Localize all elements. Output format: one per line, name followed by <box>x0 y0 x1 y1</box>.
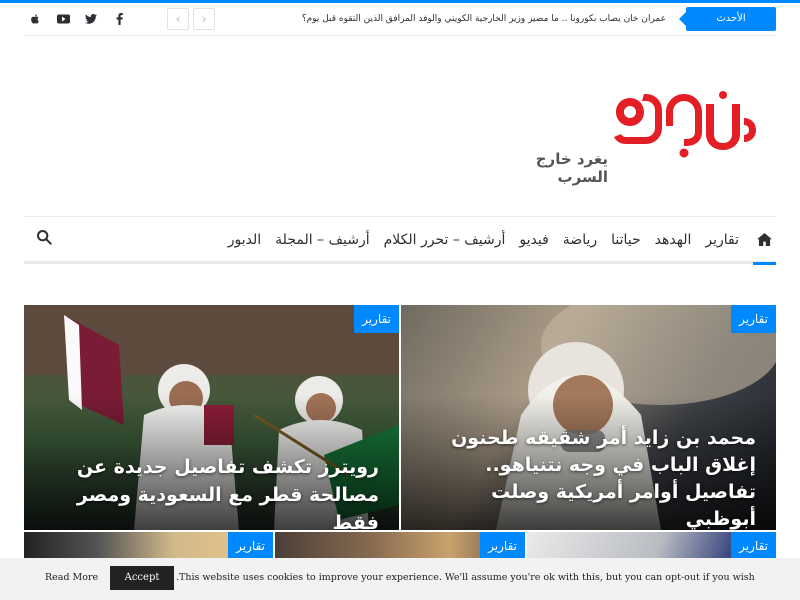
featured-article-card[interactable]: تقارير رويترز تكشف تفاصيل جديدة عن مصالح… <box>24 305 399 530</box>
ticker-arrows: ‹ › <box>167 8 215 30</box>
ticker-next-button[interactable]: › <box>193 8 215 30</box>
nav-item-hoopoe[interactable]: الهدهد <box>648 232 699 248</box>
social-links <box>24 8 130 30</box>
breaking-news-ticker[interactable]: عمران خان يصاب بكورونا .. ما مصير وزير ا… <box>286 7 666 31</box>
category-badge[interactable]: تقارير <box>354 305 399 333</box>
nav-menu: تقارير الهدهد حياتنا رياضة فيديو أرشيف –… <box>221 217 746 263</box>
apple-icon[interactable] <box>24 8 46 30</box>
home-icon[interactable] <box>753 217 776 265</box>
cookie-read-more-link[interactable]: Read More <box>45 572 98 583</box>
category-badge[interactable]: تقارير <box>731 305 776 333</box>
cookie-accept-button[interactable]: Accept <box>110 566 174 590</box>
nav-item-our-life[interactable]: حياتنا <box>604 232 648 248</box>
featured-article-card[interactable]: تقارير محمد بن زايد أمر شقيقه طحنون إغلا… <box>401 305 776 530</box>
category-badge[interactable]: تقارير <box>731 532 776 560</box>
nav-item-sports[interactable]: رياضة <box>556 232 604 248</box>
cookie-consent-bar: Read More Accept .This website uses cook… <box>0 558 800 600</box>
nav-item-reports[interactable]: تقارير <box>698 232 746 248</box>
nav-item-hornet[interactable]: الدبور <box>221 232 268 248</box>
facebook-icon[interactable] <box>108 8 130 30</box>
search-icon[interactable] <box>36 229 56 249</box>
category-badge[interactable]: تقارير <box>480 532 525 560</box>
top-bar: الأحدث عمران خان يصاب بكورونا .. ما مصير… <box>24 3 776 36</box>
nav-item-video[interactable]: فيديو <box>512 232 555 248</box>
logo-tagline: يغرد خارج السرب <box>535 150 608 186</box>
category-badge[interactable]: تقارير <box>228 532 273 560</box>
ticker-prev-button[interactable]: ‹ <box>167 8 189 30</box>
article-title[interactable]: محمد بن زايد أمر شقيقه طحنون إغلاق الباب… <box>416 425 756 530</box>
nav-item-archive-speech[interactable]: أرشيف – تحرر الكلام <box>377 232 513 248</box>
article-title[interactable]: رويترز تكشف تفاصيل جديدة عن مصالحة قطر م… <box>39 453 379 530</box>
cookie-message: .This website uses cookies to improve yo… <box>176 572 755 583</box>
nav-item-archive-magazine[interactable]: أرشيف – المجلة <box>268 232 376 248</box>
breaking-news-label: الأحدث <box>679 7 776 31</box>
main-navigation: تقارير الهدهد حياتنا رياضة فيديو أرشيف –… <box>24 216 776 265</box>
youtube-icon[interactable] <box>52 8 74 30</box>
twitter-icon[interactable] <box>80 8 102 30</box>
